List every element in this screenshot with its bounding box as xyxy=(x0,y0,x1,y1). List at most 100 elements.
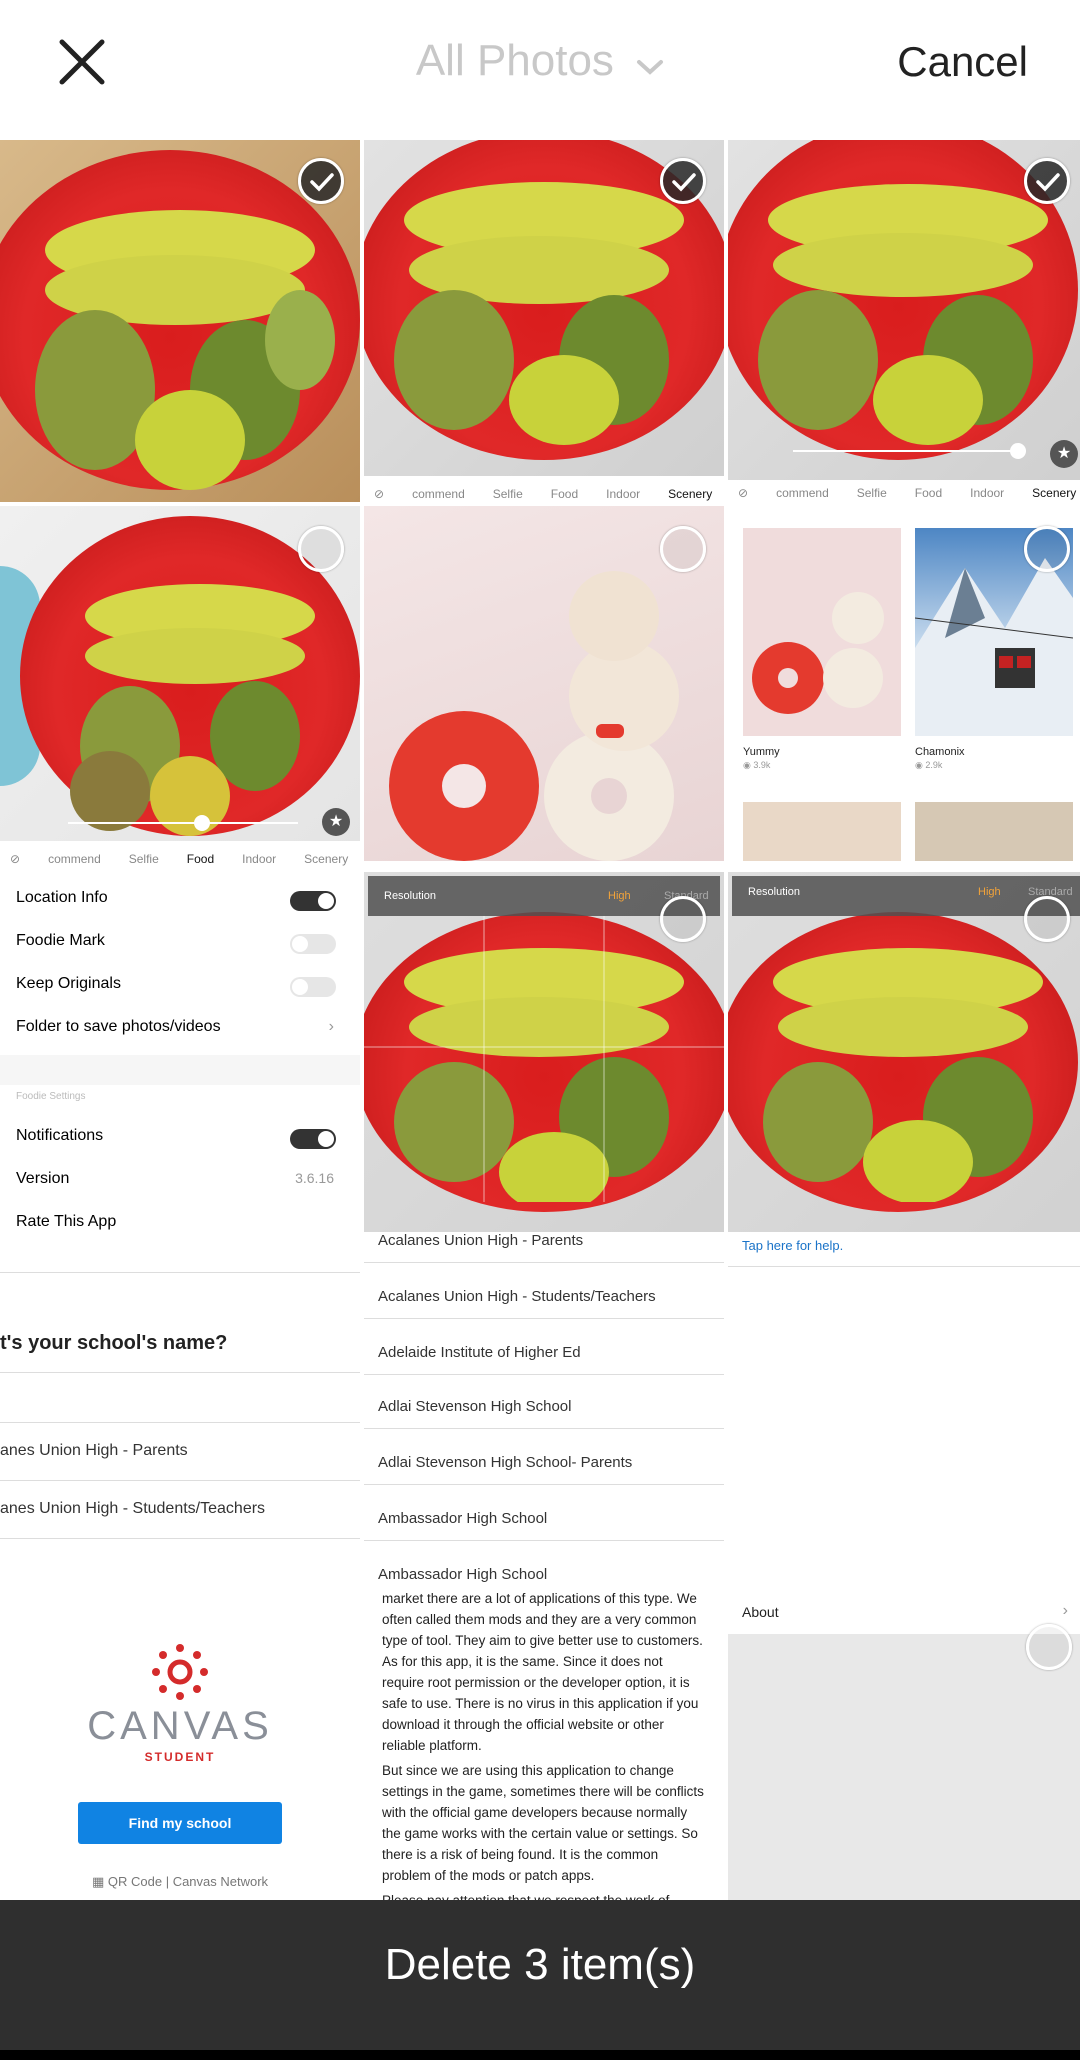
settings-row[interactable]: Rate This App xyxy=(16,1213,348,1231)
photo-thumbnail[interactable]: Tap here for help. About › xyxy=(728,1232,1080,1900)
setting-label: Foodie Mark xyxy=(16,932,105,949)
toggle-switch[interactable] xyxy=(290,934,336,954)
school-list-item[interactable]: Ambassador High School xyxy=(378,1566,547,1583)
setting-label: Location Info xyxy=(16,889,108,906)
settings-row: Foodie Mark xyxy=(16,932,348,954)
settings-row: Version 3.6.16 xyxy=(16,1170,348,1188)
photo-thumbnail[interactable] xyxy=(364,506,724,861)
photo-thumbnail[interactable]: Acalanes Union High - Parents Acalanes U… xyxy=(364,1232,724,1900)
article-paragraph: market there are a lot of applications o… xyxy=(382,1591,703,1753)
filter-scenery[interactable]: Scenery xyxy=(668,487,712,501)
article-text: market there are a lot of applications o… xyxy=(382,1588,708,1900)
filter-food[interactable]: Food xyxy=(551,487,578,501)
filter-food[interactable]: Food xyxy=(187,852,214,866)
photo-thumbnail[interactable]: ★ xyxy=(0,506,360,861)
toggle-switch[interactable] xyxy=(290,891,336,911)
filter-selfie[interactable]: Selfie xyxy=(493,487,523,501)
canvas-brand-sub: STUDENT xyxy=(144,1750,216,1764)
no-filter-icon: ⊘ xyxy=(10,852,21,866)
school-list-item[interactable]: Adlai Stevenson High School- Parents xyxy=(378,1454,632,1471)
filter-indoor[interactable]: Indoor xyxy=(242,852,276,866)
bottom-action-bar: Delete 3 item(s) xyxy=(0,1900,1080,2060)
zoom-slider-thumb[interactable] xyxy=(194,815,210,831)
unselected-circle-icon[interactable] xyxy=(660,526,706,572)
photo-thumbnail[interactable]: ★ ⊘ commend Selfie Food Indoor Scenery xyxy=(728,140,1080,502)
unselected-circle-icon[interactable] xyxy=(1024,526,1070,572)
unselected-circle-icon[interactable] xyxy=(1026,1624,1072,1670)
school-list-item[interactable]: Acalanes Union High - Students/Teachers xyxy=(378,1288,656,1305)
school-list-item[interactable]: Adelaide Institute of Higher Ed xyxy=(378,1344,581,1361)
star-icon[interactable]: ★ xyxy=(322,808,350,836)
school-list-item[interactable]: Adlai Stevenson High School xyxy=(378,1398,571,1415)
filter-scenery[interactable]: Scenery xyxy=(304,852,348,866)
filter-recommend[interactable]: commend xyxy=(48,852,101,866)
setting-label: Notifications xyxy=(16,1127,104,1144)
cancel-button[interactable]: Cancel xyxy=(897,38,1028,86)
resolution-label: Resolution xyxy=(384,890,436,902)
no-filter-icon: ⊘ xyxy=(374,487,385,501)
feed-item-title: Yummy xyxy=(743,746,780,758)
feed-image xyxy=(915,802,1073,861)
feed-item-title: Chamonix xyxy=(915,746,965,758)
setting-label: Version xyxy=(16,1170,70,1187)
canvas-brand: CANVAS xyxy=(87,1704,273,1748)
settings-row: Location Info xyxy=(16,889,348,911)
checkmark-icon[interactable] xyxy=(1024,158,1070,204)
camera-filter-bar: ⊘ commend Selfie Food Indoor Scenery xyxy=(0,841,360,877)
qr-code-icon: ▦ xyxy=(91,1874,105,1889)
school-question: t's your school's name? xyxy=(0,1332,228,1354)
resolution-high-option[interactable]: High xyxy=(608,890,631,902)
setting-label: Rate This App xyxy=(16,1213,117,1230)
setting-label: Folder to save photos/videos xyxy=(16,1018,221,1035)
filter-selfie[interactable]: Selfie xyxy=(857,486,887,500)
photo-thumbnail[interactable]: t's your school's name? anes Union High … xyxy=(0,1232,360,1900)
toggle-switch[interactable] xyxy=(290,977,336,997)
filter-indoor[interactable]: Indoor xyxy=(606,487,640,501)
no-filter-icon: ⊘ xyxy=(738,486,749,500)
feed-item-views: ◉ 3.9k xyxy=(743,760,771,770)
filter-scenery[interactable]: Scenery xyxy=(1032,486,1076,500)
photo-thumbnail[interactable] xyxy=(0,140,360,502)
settings-row: Notifications xyxy=(16,1127,348,1149)
article-paragraph: But since we are using this application … xyxy=(382,1763,704,1883)
unselected-circle-icon[interactable] xyxy=(1024,896,1070,942)
photo-thumbnail[interactable]: ⊘ commend Selfie Food Indoor Scenery xyxy=(364,140,724,502)
checkmark-icon[interactable] xyxy=(298,158,344,204)
help-link[interactable]: Tap here for help. xyxy=(742,1238,843,1253)
school-list-item[interactable]: Acalanes Union High - Parents xyxy=(378,1232,583,1249)
filter-recommend[interactable]: commend xyxy=(412,487,465,501)
settings-row: Folder to save photos/videos › xyxy=(16,1018,348,1036)
setting-label: Keep Originals xyxy=(16,975,121,992)
star-icon[interactable]: ★ xyxy=(1050,440,1078,468)
qr-code-link[interactable]: QR Code xyxy=(108,1874,162,1889)
school-item[interactable]: anes Union High - Parents xyxy=(0,1442,188,1460)
toggle-switch[interactable] xyxy=(290,1129,336,1149)
zoom-slider[interactable] xyxy=(68,822,298,824)
fruit-image xyxy=(758,184,1048,445)
filter-food[interactable]: Food xyxy=(915,486,942,500)
find-my-school-button[interactable]: Find my school xyxy=(78,1802,282,1844)
zoom-slider[interactable] xyxy=(793,450,1023,452)
filter-indoor[interactable]: Indoor xyxy=(970,486,1004,500)
settings-row: Keep Originals xyxy=(16,975,348,997)
canvas-network-link[interactable]: Canvas Network xyxy=(173,1874,268,1889)
filter-selfie[interactable]: Selfie xyxy=(129,852,159,866)
unselected-circle-icon[interactable] xyxy=(660,896,706,942)
resolution-label: Resolution xyxy=(748,886,800,898)
feed-image xyxy=(743,802,901,861)
checkmark-icon[interactable] xyxy=(660,158,706,204)
canvas-logo-icon xyxy=(152,1644,208,1705)
top-bar: All Photos Cancel xyxy=(0,0,1080,140)
filter-recommend[interactable]: commend xyxy=(776,486,829,500)
chevron-down-icon xyxy=(636,38,664,88)
unselected-circle-icon[interactable] xyxy=(298,526,344,572)
delete-button[interactable]: Delete 3 item(s) xyxy=(0,1940,1080,1990)
photo-thumbnail[interactable]: Yummy ◉ 3.9k Chamonix ◉ 2.9k xyxy=(728,506,1080,861)
about-row[interactable]: About xyxy=(742,1604,779,1620)
qr-network-links: ▦ QR Code | Canvas Network xyxy=(91,1874,269,1889)
resolution-high-option[interactable]: High xyxy=(978,886,1001,898)
school-item[interactable]: anes Union High - Students/Teachers xyxy=(0,1500,265,1518)
school-list-item[interactable]: Ambassador High School xyxy=(378,1510,547,1527)
article-paragraph: Please pay attention that we respect the… xyxy=(382,1890,708,1900)
zoom-slider-thumb[interactable] xyxy=(1010,443,1026,459)
